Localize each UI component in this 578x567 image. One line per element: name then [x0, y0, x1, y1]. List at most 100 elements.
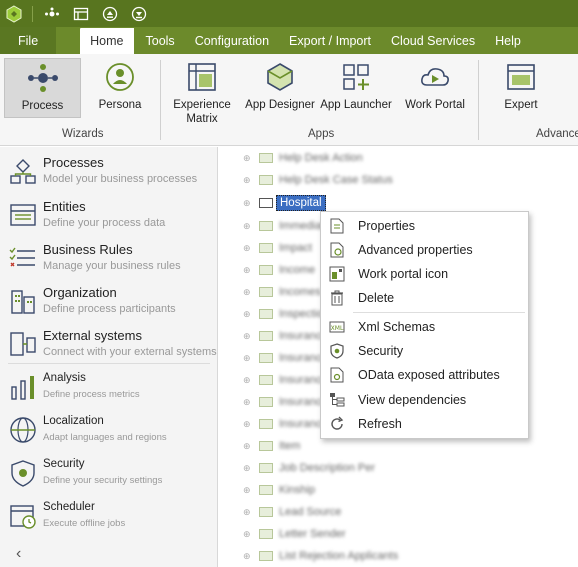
- table-icon: [259, 529, 273, 539]
- dependencies-icon: [329, 392, 345, 408]
- entities-icon: [8, 200, 38, 230]
- tree-row[interactable]: ⊕ Lead Source: [219, 502, 578, 522]
- app-designer-icon: [263, 60, 297, 94]
- expand-icon[interactable]: ⊕: [243, 221, 251, 232]
- expand-icon[interactable]: ⊕: [243, 419, 251, 430]
- expand-icon[interactable]: ⊕: [243, 441, 251, 452]
- expand-icon[interactable]: ⊕: [243, 175, 251, 186]
- expand-icon[interactable]: ⊕: [243, 198, 251, 209]
- tree-row[interactable]: ⊕ List Rejection Applicants: [219, 546, 578, 566]
- tree-row[interactable]: ⊕ Job Description Per: [219, 458, 578, 478]
- nav-security[interactable]: Security Define your security settings: [0, 455, 218, 495]
- app-launcher-button[interactable]: App Launcher: [320, 58, 392, 128]
- tree-row-label: Income: [279, 264, 316, 276]
- ctx-xml-schemas[interactable]: XML Xml Schemas: [321, 315, 528, 339]
- download-circle-icon[interactable]: [129, 4, 149, 24]
- table-icon: [259, 375, 273, 385]
- tree-row-label: Incomes: [279, 286, 321, 298]
- expand-icon[interactable]: ⊕: [243, 375, 251, 386]
- expand-icon[interactable]: ⊕: [243, 153, 251, 164]
- shield-icon: [329, 343, 345, 359]
- expand-icon[interactable]: ⊕: [243, 529, 251, 540]
- tree-row[interactable]: ⊕ Kinship: [219, 480, 578, 500]
- tree-row-label-selected: Hospital: [276, 195, 326, 211]
- ctx-delete[interactable]: Delete: [321, 286, 528, 310]
- ctx-advanced-properties[interactable]: Advanced properties: [321, 238, 528, 262]
- calendar-clock-icon: [8, 501, 38, 531]
- nav-business-rules[interactable]: Business Rules Manage your business rule…: [0, 239, 218, 279]
- table-icon: [259, 507, 273, 517]
- ctx-view-dependencies[interactable]: View dependencies: [321, 388, 528, 412]
- expand-icon[interactable]: ⊕: [243, 331, 251, 342]
- experience-matrix-button[interactable]: Experience Matrix: [168, 58, 236, 128]
- menu-home[interactable]: Home: [80, 28, 134, 54]
- nav-processes-subtitle: Model your business processes: [43, 173, 198, 185]
- nav-localization[interactable]: Localization Adapt languages and regions: [0, 412, 218, 452]
- expand-icon[interactable]: ⊕: [243, 397, 251, 408]
- collapse-panel-button[interactable]: ‹: [16, 545, 21, 563]
- tree-row-label: Lead Source: [279, 506, 342, 518]
- context-menu: Properties Advanced properties Work port…: [320, 211, 529, 439]
- process-button[interactable]: Process: [4, 58, 81, 118]
- process-quick-icon[interactable]: [42, 4, 62, 24]
- menu-export-import[interactable]: Export / Import: [280, 27, 380, 54]
- external-systems-icon: [8, 329, 38, 359]
- tree-row[interactable]: ⊕ Help Desk Action: [219, 148, 578, 168]
- ctx-refresh[interactable]: Refresh: [321, 412, 528, 436]
- menu-cloud-services[interactable]: Cloud Services: [382, 27, 484, 54]
- ctx-security[interactable]: Security: [321, 339, 528, 363]
- expert-button[interactable]: Expert: [494, 58, 548, 128]
- tree-row[interactable]: ⊕ Item: [219, 436, 578, 456]
- work-portal-button[interactable]: Work Portal: [400, 58, 470, 128]
- nav-processes[interactable]: Processes Model your business processes: [0, 153, 218, 193]
- nav-entities-subtitle: Define your process data: [43, 217, 166, 229]
- tree-row[interactable]: ⊕ Help Desk Case Status: [219, 170, 578, 190]
- expand-icon[interactable]: ⊕: [243, 485, 251, 496]
- nav-organization[interactable]: Organization Define process participants: [0, 282, 218, 322]
- tree-row[interactable]: ⊕ Letter Sender: [219, 524, 578, 544]
- upload-circle-icon[interactable]: [100, 4, 120, 24]
- persona-button[interactable]: Persona: [88, 58, 152, 128]
- menu-help[interactable]: Help: [486, 27, 530, 54]
- document-icon: [329, 218, 345, 234]
- ctx-view-dependencies-label: View dependencies: [358, 393, 467, 407]
- image-grid-icon: [329, 266, 345, 282]
- menu-tools[interactable]: Tools: [137, 27, 184, 54]
- menu-file[interactable]: File: [0, 27, 57, 54]
- expand-icon[interactable]: ⊕: [243, 353, 251, 364]
- nav-entities[interactable]: Entities Define your process data: [0, 196, 218, 236]
- expand-icon[interactable]: ⊕: [243, 243, 251, 254]
- ctx-work-portal-icon[interactable]: Work portal icon: [321, 262, 528, 286]
- app-designer-label: App Designer: [245, 99, 315, 111]
- expand-icon[interactable]: ⊕: [243, 463, 251, 474]
- ctx-work-portal-icon-label: Work portal icon: [358, 267, 449, 281]
- table-icon: [259, 463, 273, 473]
- expand-icon[interactable]: ⊕: [243, 309, 251, 320]
- menu-configuration[interactable]: Configuration: [186, 27, 278, 54]
- app-designer-button[interactable]: App Designer: [244, 58, 316, 128]
- app-logo-icon: [4, 4, 24, 24]
- nav-business-rules-subtitle: Manage your business rules: [43, 260, 181, 272]
- nav-organization-title: Organization: [43, 285, 117, 300]
- expand-icon[interactable]: ⊕: [243, 507, 251, 518]
- ctx-properties[interactable]: Properties: [321, 214, 528, 238]
- window-icon[interactable]: [71, 4, 91, 24]
- nav-localization-subtitle: Adapt languages and regions: [43, 432, 167, 443]
- ctx-odata[interactable]: OData exposed attributes: [321, 363, 528, 387]
- nav-external-systems[interactable]: External systems Connect with your exter…: [0, 325, 218, 365]
- globe-icon: [8, 415, 38, 445]
- nav-analysis[interactable]: Analysis Define process metrics: [0, 369, 218, 409]
- nav-scheduler[interactable]: Scheduler Execute offline jobs: [0, 498, 218, 538]
- expand-icon[interactable]: ⊕: [243, 551, 251, 562]
- ctx-refresh-label: Refresh: [358, 417, 402, 431]
- expand-icon[interactable]: ⊕: [243, 265, 251, 276]
- ctx-advanced-properties-label: Advanced properties: [358, 243, 473, 257]
- work-portal-icon: [418, 60, 452, 94]
- wizards-group-label: Wizards: [62, 128, 104, 140]
- nav-scheduler-title: Scheduler: [43, 501, 95, 513]
- tree-row-label: Help Desk Action: [279, 152, 363, 164]
- expand-icon[interactable]: ⊕: [243, 287, 251, 298]
- tree-row-selected[interactable]: ⊕ Hospital: [219, 193, 578, 213]
- table-icon: [259, 397, 273, 407]
- tree-row-label: Impact: [279, 242, 313, 254]
